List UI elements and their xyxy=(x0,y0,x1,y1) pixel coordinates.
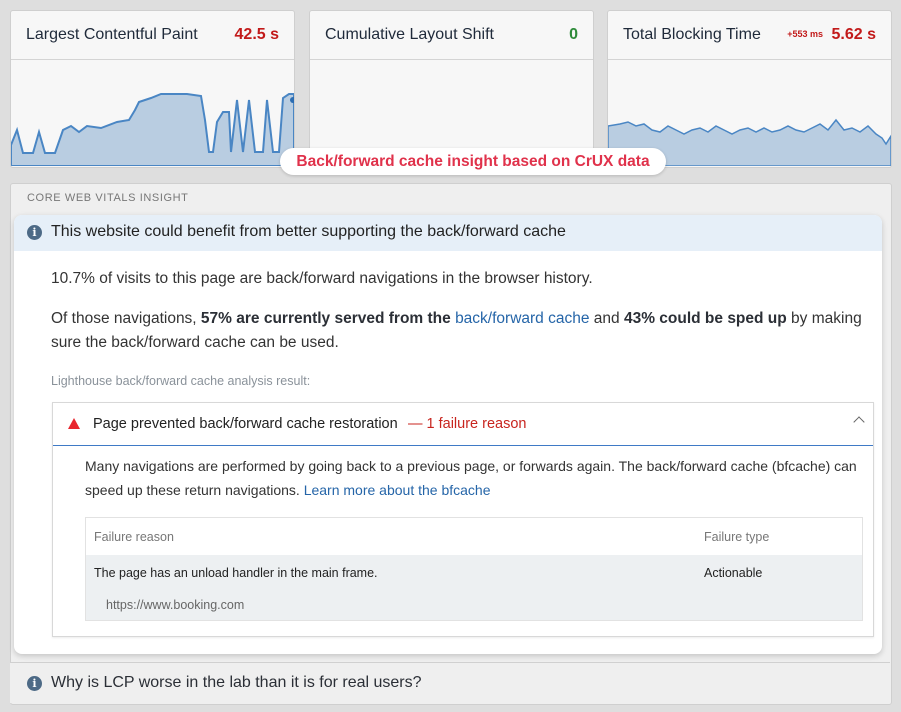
tbt-card[interactable]: Total Blocking Time +553 ms 5.62 s xyxy=(607,10,892,168)
summary-served-bold: 57% are currently served from the xyxy=(200,310,456,327)
summary-part-1: Of those navigations, xyxy=(51,310,201,327)
frame-url: https://www.booking.com xyxy=(106,598,245,612)
audit-title: Page prevented back/forward cache restor… xyxy=(93,416,398,432)
audit-failure-count: — 1 failure reason xyxy=(408,416,527,432)
learn-more-link[interactable]: Learn more about the bfcache xyxy=(304,482,491,498)
insight-header[interactable]: i This website could benefit from better… xyxy=(14,215,882,251)
info-icon: i xyxy=(27,676,42,691)
faq-text: Why is LCP worse in the lab than it is f… xyxy=(51,674,422,691)
insight-heading: This website could benefit from better s… xyxy=(51,223,566,240)
summary-sped-up-bold: 43% could be sped up xyxy=(623,310,787,327)
lcp-sparkline xyxy=(11,93,294,166)
bfcache-audit: Page prevented back/forward cache restor… xyxy=(52,402,874,637)
col-failure-type: Failure type xyxy=(704,530,770,544)
bfcache-insight-card: i This website could benefit from better… xyxy=(14,215,882,654)
cls-card[interactable]: Cumulative Layout Shift 0 xyxy=(309,10,594,168)
info-icon: i xyxy=(27,225,42,240)
table-row: The page has an unload handler in the ma… xyxy=(86,555,862,620)
audit-description: Many navigations are performed by going … xyxy=(85,454,865,502)
chevron-up-icon[interactable] xyxy=(853,416,865,428)
lcp-card[interactable]: Largest Contentful Paint 42.5 s xyxy=(10,10,295,168)
cls-card-header: Cumulative Layout Shift 0 xyxy=(310,11,593,60)
col-failure-reason: Failure reason xyxy=(94,530,174,544)
failure-type-cell: Actionable xyxy=(704,566,763,580)
tbt-title: Total Blocking Time xyxy=(623,26,761,43)
lcp-card-header: Largest Contentful Paint 42.5 s xyxy=(11,11,294,60)
lcp-value: 42.5 s xyxy=(234,26,279,43)
lcp-lab-vs-field-item[interactable]: i Why is LCP worse in the lab than it is… xyxy=(10,662,890,703)
panel-title: CORE WEB VITALS INSIGHT xyxy=(27,192,189,204)
failure-reason-cell: The page has an unload handler in the ma… xyxy=(94,566,378,580)
bfcache-summary-text: Of those navigations, 57% are currently … xyxy=(51,307,871,355)
bfcache-banner: Back/forward cache insight based on CrUX… xyxy=(280,148,666,175)
cls-title: Cumulative Layout Shift xyxy=(325,26,494,43)
cls-value: 0 xyxy=(569,26,578,43)
lighthouse-subheading: Lighthouse back/forward cache analysis r… xyxy=(51,374,311,388)
bfcache-visits-text: 10.7% of visits to this page are back/fo… xyxy=(51,270,593,287)
lcp-title: Largest Contentful Paint xyxy=(26,26,198,43)
failure-table: Failure reason Failure type The page has… xyxy=(85,517,863,621)
summary-part-2: and xyxy=(589,310,624,327)
tbt-delta: +553 ms xyxy=(787,29,823,39)
tbt-value: 5.62 s xyxy=(831,26,876,43)
audit-header[interactable]: Page prevented back/forward cache restor… xyxy=(53,403,873,446)
warning-triangle-icon xyxy=(68,418,80,429)
bfcache-link[interactable]: back/forward cache xyxy=(455,310,589,327)
tbt-card-header: Total Blocking Time +553 ms 5.62 s xyxy=(608,11,891,60)
